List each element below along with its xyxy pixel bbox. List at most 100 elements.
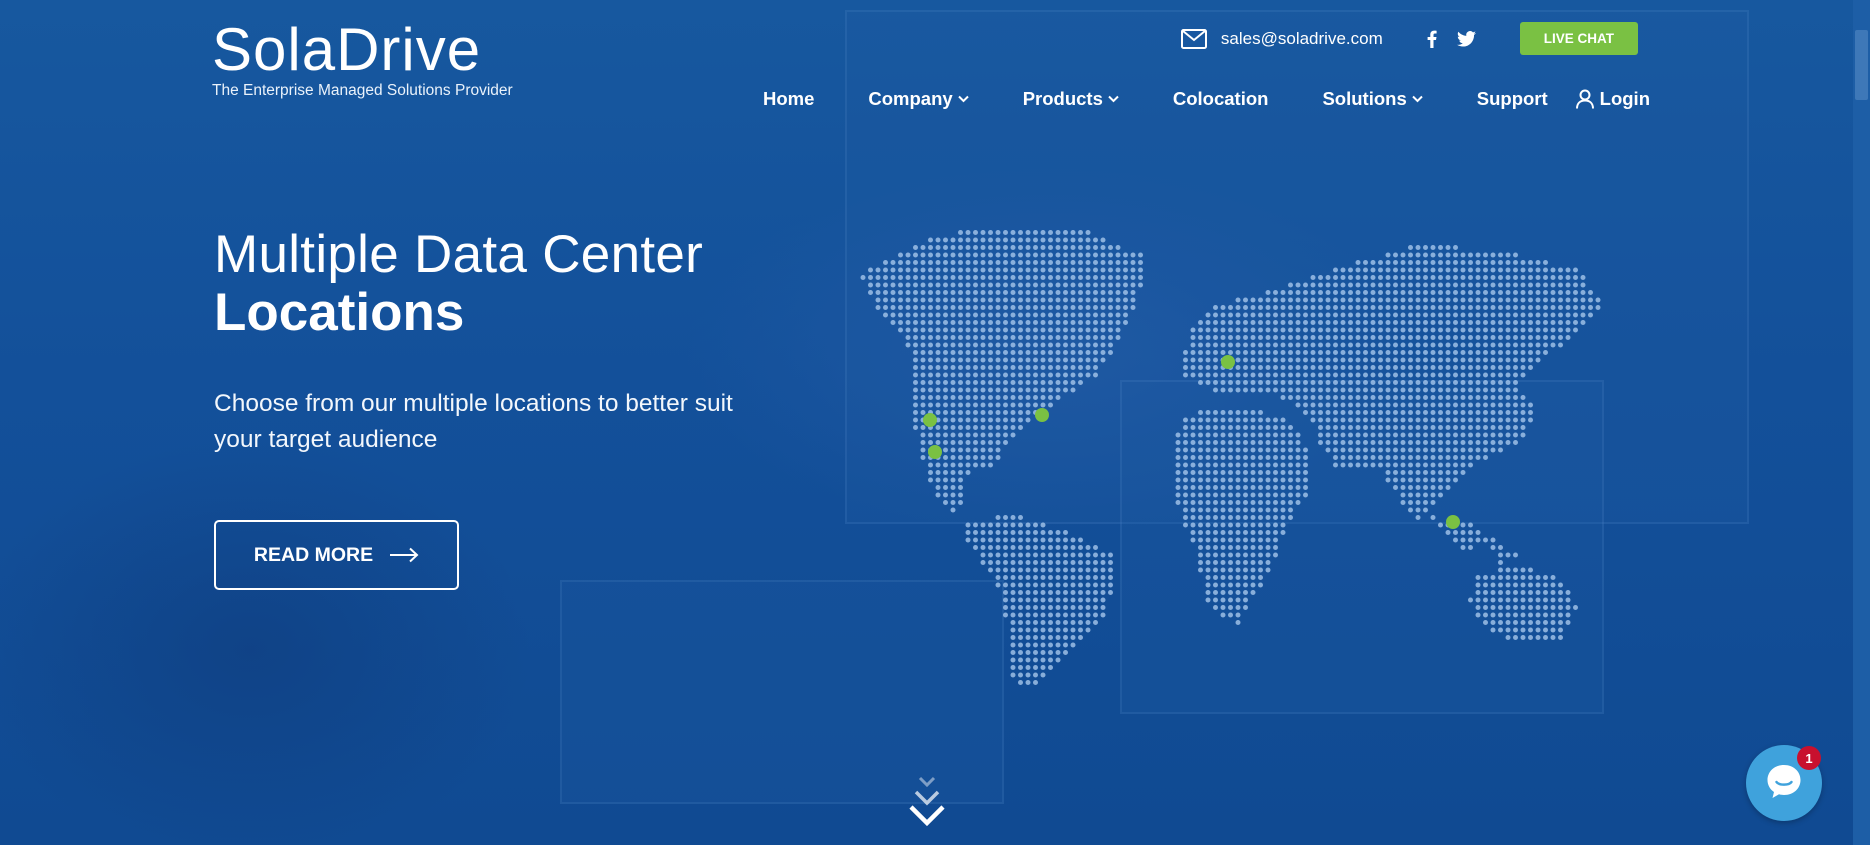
map-dot (1505, 395, 1511, 400)
map-dot (1303, 380, 1308, 385)
map-dot (1213, 455, 1218, 460)
twitter-icon[interactable] (1456, 30, 1476, 47)
map-dot (980, 350, 986, 355)
scroll-down-indicator[interactable] (908, 775, 946, 840)
map-dot (1310, 380, 1316, 385)
map-dot (1573, 320, 1578, 325)
map-dot (1033, 395, 1038, 400)
location-marker[interactable] (928, 445, 942, 459)
logo[interactable]: SolaDrive The Enterprise Managed Solutio… (212, 20, 513, 100)
nav-item-colocation[interactable]: Colocation (1173, 88, 1269, 110)
map-dot (1490, 597, 1496, 603)
map-dot (1078, 365, 1083, 370)
map-dot (1243, 297, 1248, 303)
map-dot (1235, 342, 1241, 348)
map-dot (1040, 657, 1046, 663)
nav-item-company[interactable]: Company (868, 88, 969, 110)
map-dot (1130, 267, 1136, 273)
map-dot (1400, 260, 1406, 265)
map-dot (1220, 492, 1226, 498)
map-dot (1378, 297, 1383, 303)
map-dot (1363, 282, 1368, 288)
map-dot (995, 560, 1001, 565)
map-dot (1010, 410, 1016, 415)
live-chat-button[interactable]: LIVE CHAT (1519, 22, 1638, 55)
map-dot (1205, 365, 1211, 370)
map-dot (1033, 650, 1038, 655)
map-dot (1010, 650, 1016, 655)
map-dot (973, 410, 978, 415)
location-marker[interactable] (1446, 515, 1460, 529)
read-more-button[interactable]: READ MORE (214, 520, 459, 590)
map-dot (1025, 665, 1031, 670)
map-dot (950, 365, 956, 370)
map-dot (1333, 282, 1338, 288)
location-marker[interactable] (923, 413, 937, 427)
map-dot (973, 237, 978, 243)
map-dot (1513, 410, 1518, 415)
map-dot (973, 312, 978, 318)
map-dot (980, 305, 986, 310)
facebook-icon[interactable] (1427, 30, 1437, 48)
map-dot (973, 522, 978, 528)
map-dot (1078, 380, 1083, 385)
map-dot (1303, 477, 1308, 483)
map-dot (913, 305, 918, 310)
contact-email[interactable]: sales@soladrive.com (1180, 28, 1383, 49)
map-dot (1055, 230, 1061, 235)
map-dot (958, 365, 963, 370)
map-dot (1438, 350, 1443, 355)
map-dot (1070, 260, 1076, 265)
map-dot (1415, 357, 1421, 363)
map-dot (1393, 275, 1398, 280)
map-dot (1505, 612, 1511, 618)
location-marker[interactable] (1221, 355, 1235, 369)
map-dot (1213, 357, 1218, 363)
map-dot (1430, 515, 1436, 520)
map-dot (1415, 477, 1421, 483)
map-dot (1175, 432, 1181, 438)
map-dot (1018, 365, 1023, 370)
map-dot (1385, 447, 1391, 453)
map-dot (988, 275, 993, 280)
nav-item-home[interactable]: Home (763, 88, 814, 110)
map-dot (1018, 620, 1023, 625)
nav-item-products[interactable]: Products (1023, 88, 1119, 110)
map-dot (1445, 410, 1451, 415)
map-dot (1513, 320, 1518, 325)
map-dot (1235, 350, 1241, 355)
map-dot (1325, 402, 1331, 408)
map-dot (1573, 327, 1578, 333)
scrollbar[interactable] (1853, 0, 1870, 845)
map-dot (1333, 432, 1338, 438)
map-dot (1408, 417, 1413, 423)
map-dot (1048, 230, 1053, 235)
map-dot (1558, 627, 1563, 633)
map-dot (958, 230, 963, 235)
map-dot (1213, 365, 1218, 370)
map-dot (1250, 492, 1256, 498)
map-dot (1415, 245, 1421, 250)
map-dot (1100, 575, 1106, 580)
map-dot (1010, 597, 1016, 603)
location-marker[interactable] (1035, 408, 1049, 422)
map-dot (1370, 290, 1376, 295)
nav-item-solutions[interactable]: Solutions (1322, 88, 1423, 110)
map-dot (1220, 387, 1226, 393)
map-dot (1483, 327, 1488, 333)
map-dot (965, 387, 971, 393)
nav-item-support[interactable]: Support (1477, 88, 1548, 110)
map-dot (935, 320, 941, 325)
map-dot (1505, 410, 1511, 415)
map-dot (1370, 462, 1376, 468)
scrollbar-thumb[interactable] (1855, 30, 1868, 100)
map-dot (1378, 275, 1383, 280)
map-dot (1498, 410, 1503, 415)
map-dot (1528, 312, 1533, 318)
map-dot (1393, 282, 1398, 288)
map-dot (943, 477, 948, 483)
map-dot (1033, 680, 1038, 685)
map-dot (950, 260, 956, 265)
nav-item-login[interactable]: Login (1575, 88, 1650, 110)
nav-label: Solutions (1322, 88, 1407, 109)
